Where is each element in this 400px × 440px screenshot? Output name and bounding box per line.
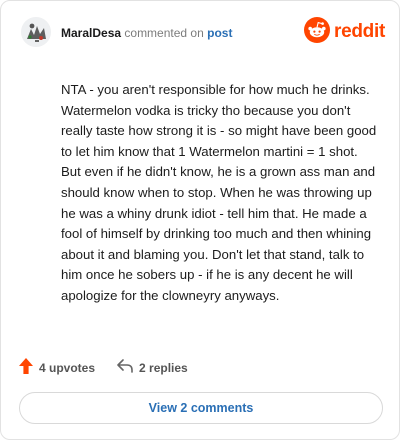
reply-arrow-icon — [117, 358, 133, 378]
post-link[interactable]: post — [207, 26, 232, 40]
replies-button[interactable]: 2 replies — [117, 358, 188, 378]
comment-card: MaralDesa commented on post reddit NTA -… — [0, 0, 400, 440]
comment-header: MaralDesa commented on post reddit — [21, 16, 385, 51]
reddit-logo-icon — [304, 16, 331, 48]
upvote-arrow-icon — [19, 357, 33, 379]
upvotes-count: 4 upvotes — [39, 361, 96, 375]
view-comments-button[interactable]: View 2 comments — [19, 392, 383, 424]
reddit-wordmark: reddit — [334, 21, 385, 42]
commented-on-text: commented on — [124, 26, 204, 40]
comment-text: NTA - you aren't responsible for how muc… — [61, 82, 377, 303]
username-link[interactable]: MaralDesa — [61, 26, 121, 40]
upvote-button[interactable]: 4 upvotes — [19, 357, 96, 379]
comment-actions: 4 upvotes 2 replies — [19, 357, 210, 379]
avatar-icon[interactable] — [21, 17, 51, 47]
comment-meta: MaralDesa commented on post — [61, 26, 232, 40]
reddit-brand[interactable]: reddit — [304, 16, 385, 48]
replies-count: 2 replies — [139, 361, 188, 375]
